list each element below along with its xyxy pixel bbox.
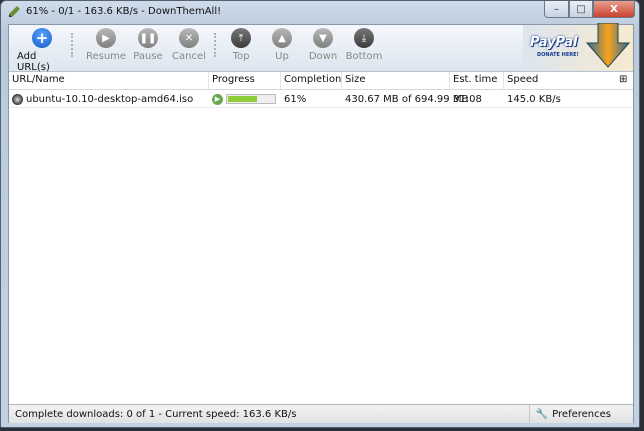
status-text: Complete downloads: 0 of 1 - Current spe…: [15, 409, 297, 420]
column-size[interactable]: Size: [342, 72, 450, 89]
column-progress[interactable]: Progress: [209, 72, 281, 89]
downthemall-icon: [9, 6, 20, 17]
add-urls-button[interactable]: + Add URL(s): [17, 28, 67, 73]
add-urls-label: Add URL(s): [17, 51, 50, 73]
up-icon: ▲: [272, 28, 292, 48]
speed-value: 145.0 KB/s: [507, 93, 561, 105]
running-icon: ▶: [212, 93, 223, 105]
donate-label: DONATE HERE!: [537, 52, 579, 58]
progress-fill: [228, 96, 258, 102]
preferences-label: Preferences: [552, 408, 611, 420]
paypal-logo: PayPal: [530, 35, 578, 50]
window-title: 61% - 0/1 - 163.6 KB/s - DownThemAll!: [26, 6, 222, 17]
pause-label: Pause: [133, 51, 163, 62]
top-label: Top: [232, 51, 250, 62]
app-window: 61% - 0/1 - 163.6 KB/s - DownThemAll! – …: [0, 0, 640, 428]
completion-value: 61%: [284, 93, 307, 105]
play-icon: ▶: [96, 28, 116, 48]
progress-bar: [226, 94, 276, 104]
column-speed[interactable]: Speed: [504, 72, 619, 89]
cancel-button[interactable]: ✕ Cancel: [164, 28, 214, 62]
column-url-name[interactable]: URL/Name: [9, 72, 209, 89]
wrench-icon: 🔧: [535, 408, 549, 420]
file-icon: [12, 93, 23, 105]
column-picker-icon[interactable]: ⊞: [619, 72, 633, 89]
column-completion[interactable]: Completion: [281, 72, 342, 89]
down-icon: ▼: [313, 28, 333, 48]
up-label: Up: [275, 51, 289, 62]
close-button[interactable]: X: [593, 1, 635, 18]
status-bar: Complete downloads: 0 of 1 - Current spe…: [9, 404, 633, 423]
bottom-icon: ⤓: [354, 28, 374, 48]
preferences-button[interactable]: 🔧 Preferences: [528, 405, 617, 423]
move-bottom-button[interactable]: ⤓ Bottom: [339, 28, 389, 62]
pause-icon: ❚❚: [138, 28, 158, 48]
size-value: 430.67 MB of 694.99 MB: [345, 93, 469, 105]
paypal-donate-button[interactable]: PayPal DONATE HERE!: [523, 23, 633, 71]
minimize-button[interactable]: –: [544, 1, 569, 18]
column-header: URL/Name Progress Completion Size Est. t…: [9, 72, 633, 90]
column-est-time[interactable]: Est. time: [450, 72, 504, 89]
add-icon: +: [32, 28, 52, 48]
toolbar-separator: [71, 33, 73, 57]
table-row[interactable]: ubuntu-10.10-desktop-amd64.iso ▶ 61% 430…: [9, 91, 633, 108]
down-label: Down: [308, 51, 338, 62]
toolbar: + Add URL(s) ▶ Resume ❚❚ Pause ✕ Cancel ⤒ Top…: [9, 23, 633, 73]
download-arrow-icon: [585, 23, 631, 68]
bottom-label: Bottom: [345, 51, 383, 62]
cancel-label: Cancel: [172, 51, 206, 62]
maximize-button[interactable]: □: [569, 1, 593, 18]
client-area: + Add URL(s) ▶ Resume ❚❚ Pause ✕ Cancel ⤒ Top…: [8, 23, 634, 423]
eta-value: 31:08: [453, 93, 482, 105]
title-bar[interactable]: 61% - 0/1 - 163.6 KB/s - DownThemAll! – …: [1, 1, 639, 23]
file-name: ubuntu-10.10-desktop-amd64.iso: [26, 93, 194, 105]
top-icon: ⤒: [231, 28, 251, 48]
cancel-icon: ✕: [179, 28, 199, 48]
resume-label: Resume: [85, 51, 127, 62]
